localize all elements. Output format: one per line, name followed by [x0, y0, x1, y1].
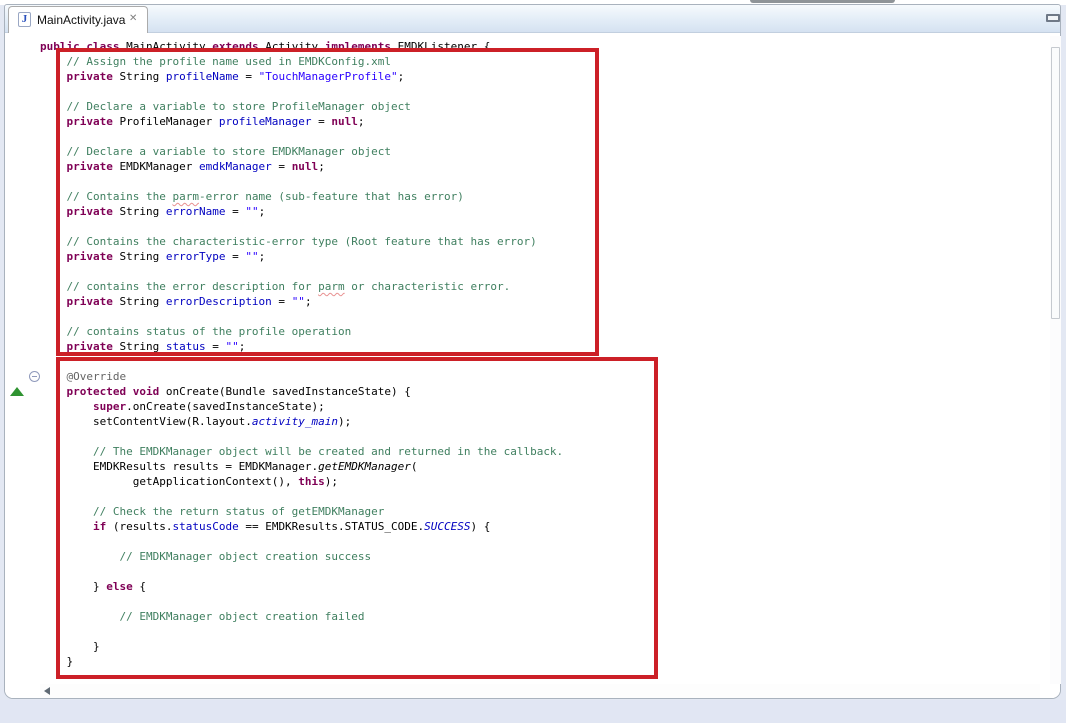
- override-marker-icon: [10, 387, 24, 396]
- toolbar-fragment: [750, 0, 895, 3]
- annotation-box-oncreate: [56, 357, 658, 679]
- vertical-scrollbar-thumb[interactable]: [1051, 47, 1060, 319]
- tab-title: MainActivity.java: [37, 13, 125, 27]
- editor-tab-bar: [5, 5, 1060, 33]
- status-bar: Writable Smart Insert 162 : 18 215M of 6…: [0, 700, 1066, 723]
- horizontal-scrollbar[interactable]: [40, 684, 1040, 698]
- fold-collapse-icon[interactable]: [29, 371, 40, 382]
- close-icon[interactable]: ✕: [129, 13, 137, 24]
- tab-mainactivity-java[interactable]: J MainActivity.java ✕: [8, 6, 148, 33]
- eclipse-window: J MainActivity.java ✕ public class MainA…: [0, 0, 1066, 723]
- annotation-box-fields: [56, 48, 599, 356]
- java-file-icon: J: [18, 12, 31, 27]
- minimize-icon[interactable]: [1046, 14, 1060, 22]
- scroll-left-arrow-icon[interactable]: [44, 687, 50, 695]
